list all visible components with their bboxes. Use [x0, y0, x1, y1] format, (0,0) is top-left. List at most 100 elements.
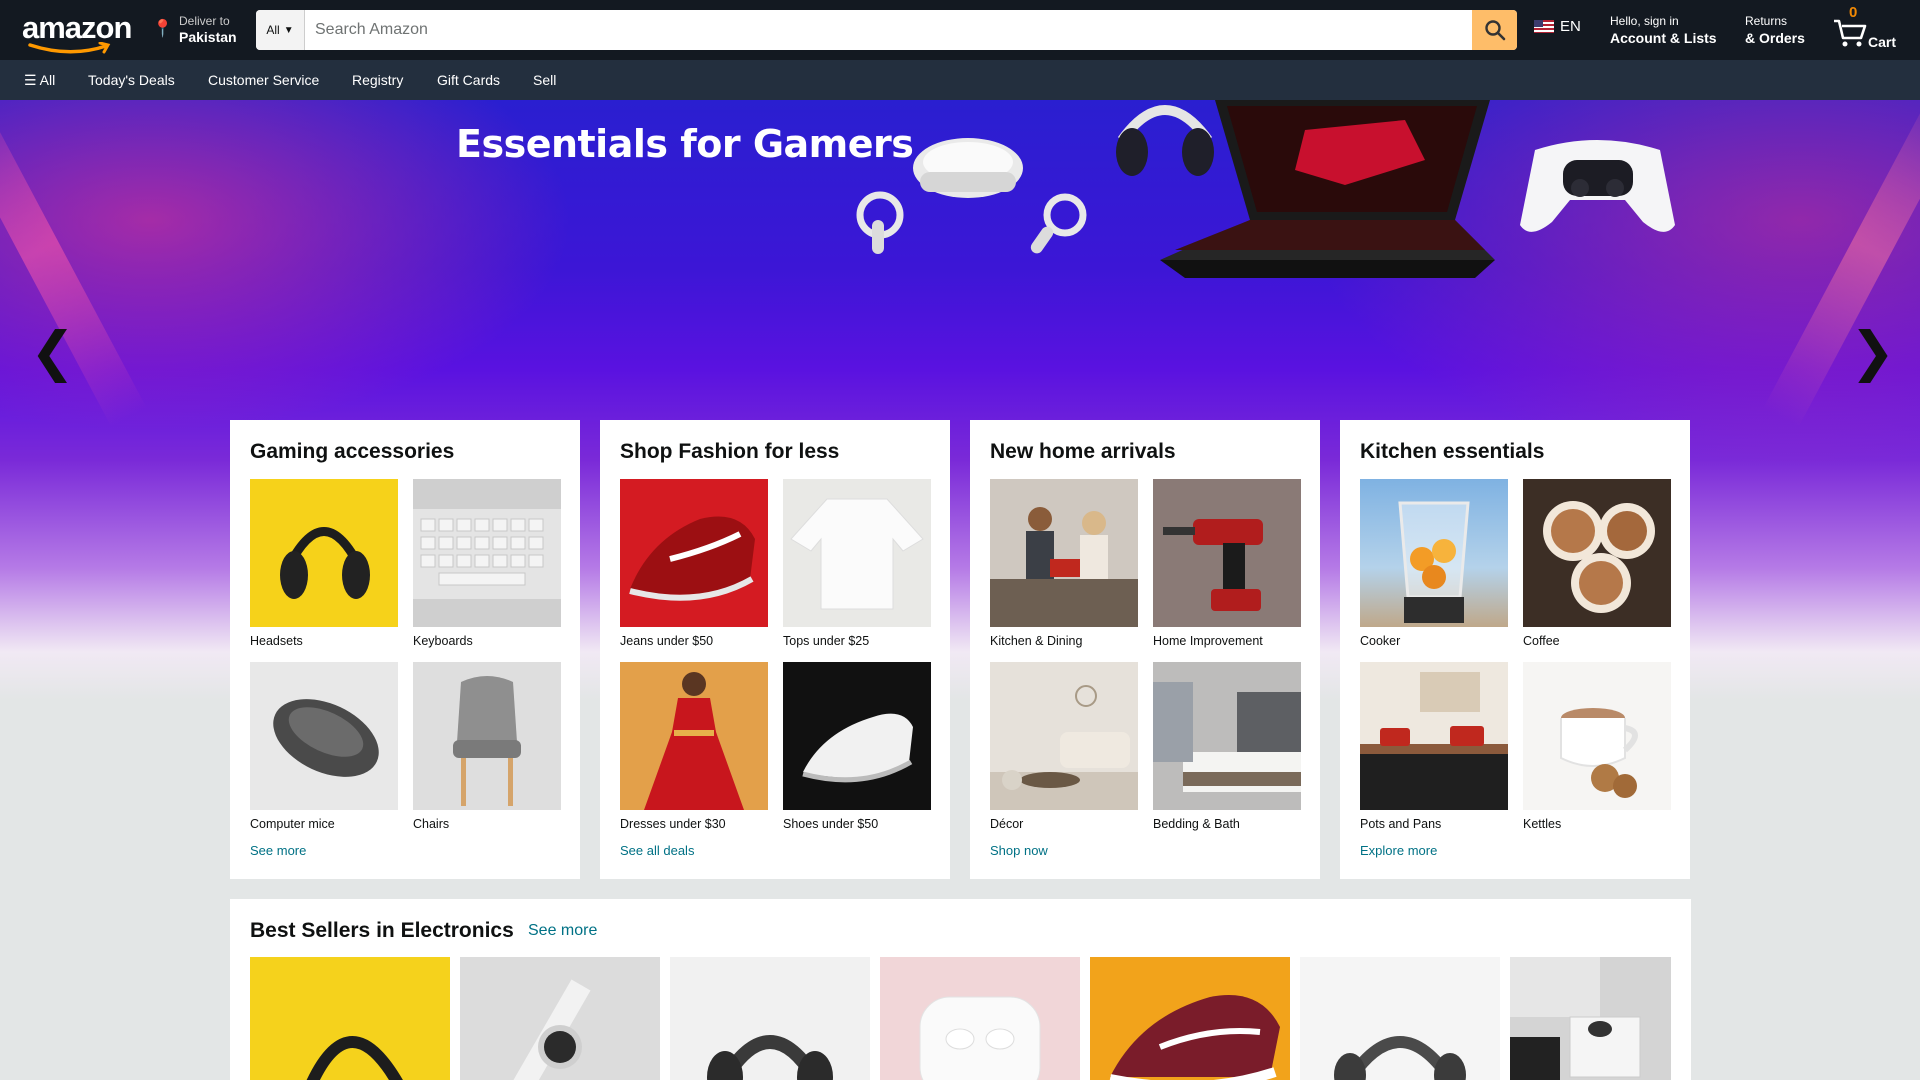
tile-kettles[interactable]: Kettles [1523, 662, 1671, 831]
language-selector[interactable]: EN [1534, 18, 1581, 35]
card-title: Gaming accessories [250, 440, 455, 463]
hero-light-streak [1763, 100, 1920, 428]
tile-chairs[interactable]: Chairs [413, 662, 561, 831]
returns-label: Returns [1745, 14, 1788, 28]
tile-caption: Décor [990, 817, 1024, 831]
nav-gift-cards[interactable]: Gift Cards [437, 72, 500, 88]
tile-caption: Keyboards [413, 634, 473, 648]
cart-icon [1834, 19, 1867, 47]
deliver-label: Deliver to [179, 14, 230, 28]
language-code: EN [1560, 18, 1581, 35]
nav-registry[interactable]: Registry [352, 72, 403, 88]
cart-button[interactable]: 0 Cart [1833, 4, 1913, 56]
tile-coffee[interactable]: Coffee [1523, 479, 1671, 648]
product-over-ear-headphones-image[interactable] [670, 957, 870, 1080]
card-new-home-arrivals: New home arrivals Kitchen & Dining Home … [970, 420, 1320, 879]
tile-dresses[interactable]: Dresses under $30 [620, 662, 768, 831]
product-smartwatch-image[interactable] [460, 957, 660, 1080]
tile-bedding-bath[interactable]: Bedding & Bath [1153, 662, 1301, 831]
tile-caption: Shoes under $50 [783, 817, 879, 831]
white-shoe-image [783, 662, 931, 810]
bedroom-image [1153, 662, 1301, 810]
card-shop-fashion: Shop Fashion for less Jeans under $50 To… [600, 420, 950, 879]
tile-home-improvement[interactable]: Home Improvement [1153, 479, 1301, 648]
blender-image [1360, 479, 1508, 627]
tile-headsets[interactable]: Headsets [250, 479, 398, 648]
carousel-prev-arrow[interactable]: ❮ [30, 320, 75, 383]
nav-all-menu[interactable]: ☰ All [24, 72, 55, 89]
search-input[interactable] [305, 10, 1472, 50]
product-headphones-image[interactable] [250, 957, 450, 1080]
returns-orders[interactable]: Returns & Orders [1745, 14, 1805, 46]
us-flag-icon [1534, 20, 1554, 33]
tile-tops[interactable]: Tops under $25 [783, 479, 931, 648]
product-sneaker-image[interactable] [1090, 957, 1290, 1080]
gaming-laptop-image [1160, 100, 1495, 278]
tile-caption: Coffee [1523, 634, 1560, 648]
kitchen-pots-image [1360, 662, 1508, 810]
tile-caption: Headsets [250, 634, 303, 648]
orders-label: & Orders [1745, 30, 1805, 46]
search-bar: All ▼ [256, 10, 1517, 50]
search-button[interactable] [1472, 10, 1517, 50]
chevron-down-icon: ▼ [283, 24, 294, 36]
headsets-image [250, 479, 398, 627]
nav-sell[interactable]: Sell [533, 72, 556, 88]
deliver-country: Pakistan [179, 29, 237, 45]
white-sweater-image [783, 479, 931, 627]
product-headset-image[interactable] [1300, 957, 1500, 1080]
account-lists[interactable]: Hello, sign in Account & Lists [1610, 14, 1717, 46]
card-kitchen-essentials: Kitchen essentials Cooker Coffee Pots an… [1340, 420, 1690, 879]
chairs-image [413, 662, 561, 810]
card-gaming-accessories: Gaming accessories Headsets Keyboards Co… [230, 420, 580, 879]
search-category-select[interactable]: All ▼ [256, 10, 305, 50]
tile-kitchen-dining[interactable]: Kitchen & Dining [990, 479, 1138, 648]
search-icon [1484, 20, 1505, 41]
section-title: Best Sellers in Electronics [250, 919, 514, 942]
product-earbuds-case-image[interactable] [880, 957, 1080, 1080]
tile-jeans[interactable]: Jeans under $50 [620, 479, 768, 648]
cart-label: Cart [1868, 34, 1897, 50]
red-dress-image [620, 662, 768, 810]
tile-shoes[interactable]: Shoes under $50 [783, 662, 931, 831]
see-all-deals-link[interactable]: See all deals [620, 843, 694, 858]
best-sellers-electronics: Best Sellers in Electronics See more [230, 899, 1691, 1080]
mug-cookies-image [1523, 662, 1671, 810]
tile-caption: Dresses under $30 [620, 817, 726, 831]
location-pin-icon: 📍 [152, 19, 174, 38]
product-mac-accessories-image[interactable] [1510, 957, 1671, 1080]
hero-title: Essentials for Gamers [456, 122, 914, 166]
tile-caption: Cooker [1360, 634, 1401, 648]
tile-decor[interactable]: Décor [990, 662, 1138, 831]
amazon-logo[interactable]: amazon [22, 12, 132, 54]
power-drill-image [1153, 479, 1301, 627]
tile-caption: Pots and Pans [1360, 817, 1442, 831]
smile-arrow-icon [28, 42, 111, 54]
top-header: amazon 📍 Deliver to Pakistan All ▼ EN He… [0, 0, 1920, 60]
game-controller-image [1520, 140, 1675, 232]
tile-caption: Computer mice [250, 817, 335, 831]
kitchen-dining-image [990, 479, 1138, 627]
tile-caption: Bedding & Bath [1153, 817, 1240, 831]
tile-pots-pans[interactable]: Pots and Pans [1360, 662, 1508, 831]
explore-more-link[interactable]: Explore more [1360, 843, 1437, 858]
tile-computer-mice[interactable]: Computer mice [250, 662, 398, 831]
card-title: Kitchen essentials [1360, 440, 1545, 463]
nav-bar: ☰ All Today's Deals Customer Service Reg… [0, 60, 1920, 100]
tile-cooker[interactable]: Cooker [1360, 479, 1508, 648]
tile-caption: Kettles [1523, 817, 1562, 831]
decor-living-room-image [990, 662, 1138, 810]
tile-keyboards[interactable]: Keyboards [413, 479, 561, 648]
shop-now-link[interactable]: Shop now [990, 843, 1048, 858]
search-category-value: All [266, 23, 280, 37]
tile-caption: Chairs [413, 817, 450, 831]
keyboards-image [413, 479, 561, 627]
card-title: New home arrivals [990, 440, 1176, 463]
vr-headset-image [856, 138, 1087, 254]
nav-todays-deals[interactable]: Today's Deals [88, 72, 175, 88]
card-title: Shop Fashion for less [620, 440, 840, 463]
nav-customer-service[interactable]: Customer Service [208, 72, 319, 88]
see-more-link[interactable]: See more [528, 922, 597, 940]
see-more-link[interactable]: See more [250, 843, 306, 858]
carousel-next-arrow[interactable]: ❯ [1850, 320, 1895, 383]
